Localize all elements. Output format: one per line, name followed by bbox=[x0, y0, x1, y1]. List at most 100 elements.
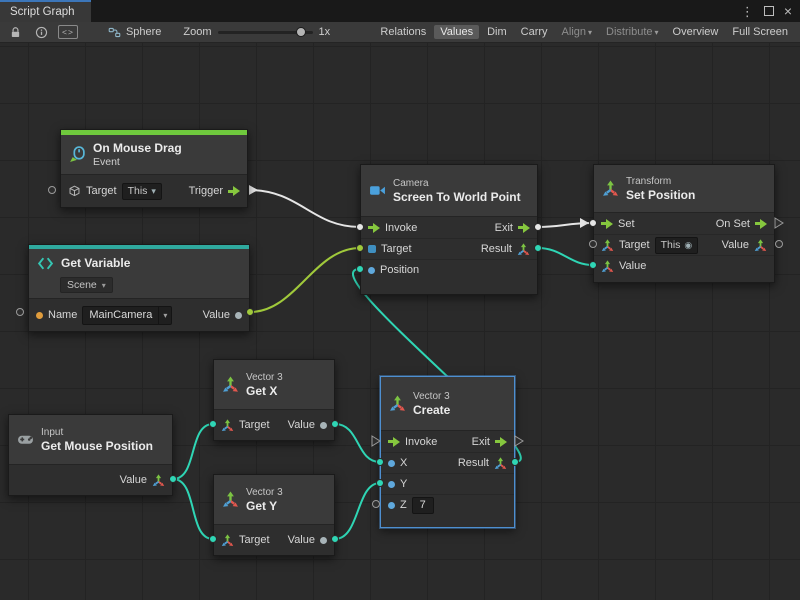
port-mousedrag-target[interactable] bbox=[49, 187, 56, 194]
port-setpos-onset[interactable] bbox=[775, 218, 783, 228]
port-getvar-name[interactable] bbox=[17, 309, 24, 316]
node-header: Input Get Mouse Position bbox=[9, 415, 172, 465]
port-label-exit: Exit bbox=[472, 436, 490, 448]
port-create-z[interactable] bbox=[373, 501, 380, 508]
zoom-slider[interactable] bbox=[218, 31, 313, 34]
graph-canvas[interactable]: On Mouse Drag Event Target This ▾ bbox=[0, 43, 800, 600]
node-header: Transform Set Position bbox=[594, 165, 774, 213]
port-label-target: Target bbox=[239, 419, 270, 431]
maximize-icon[interactable] bbox=[764, 6, 774, 16]
vector3-icon bbox=[494, 457, 507, 470]
port-label-name: Name bbox=[48, 309, 77, 321]
wire-getx-to-x[interactable] bbox=[335, 424, 380, 462]
transform-icon bbox=[602, 180, 619, 197]
node-header: On Mouse Drag Event bbox=[61, 135, 247, 175]
node-set-position[interactable]: Transform Set Position Set On Set Target… bbox=[593, 164, 775, 283]
port-label-set: Set bbox=[618, 218, 635, 230]
node-category: Camera bbox=[393, 178, 521, 189]
wire-arrowhead bbox=[249, 185, 258, 195]
tab-bar: Script Graph ⋮ × bbox=[0, 0, 800, 22]
info-icon[interactable] bbox=[32, 24, 50, 40]
node-header: Vector 3 Create bbox=[381, 377, 514, 431]
relations-button[interactable]: Relations bbox=[374, 25, 432, 39]
variable-icon bbox=[37, 255, 54, 272]
port-label-target: Target bbox=[239, 534, 270, 546]
node-header: Get Variable bbox=[29, 249, 249, 277]
variable-name-dropdown[interactable]: MainCamera ▾ bbox=[82, 306, 172, 325]
vector3-icon bbox=[754, 239, 767, 252]
node-title: Set Position bbox=[626, 188, 695, 202]
tab-spacer bbox=[91, 0, 733, 22]
vector-port-dot bbox=[368, 267, 375, 274]
node-on-mouse-drag[interactable]: On Mouse Drag Event Target This ▾ bbox=[60, 129, 248, 208]
port-setpos-value-out[interactable] bbox=[776, 241, 783, 248]
carry-button[interactable]: Carry bbox=[515, 25, 554, 39]
node-category: Input bbox=[41, 427, 153, 438]
node-category: Vector 3 bbox=[246, 487, 283, 498]
variable-kind-dropdown[interactable]: Scene ▾ bbox=[60, 277, 113, 293]
port-label-invoke: Invoke bbox=[405, 436, 437, 448]
chevron-down-icon: ▾ bbox=[158, 307, 171, 324]
wire-mouse-to-getx[interactable] bbox=[173, 424, 213, 479]
wire-trigger-to-invoke[interactable] bbox=[249, 190, 360, 227]
lock-icon[interactable] bbox=[6, 24, 24, 40]
code-icon[interactable]: <> bbox=[58, 25, 78, 39]
node-get-variable[interactable]: Get Variable Scene ▾ Name MainCamera ▾ bbox=[28, 244, 250, 332]
wire-result-to-value[interactable] bbox=[538, 248, 593, 265]
port-label-value: Value bbox=[120, 474, 147, 486]
overview-button[interactable]: Overview bbox=[667, 25, 725, 39]
flow-arrow-icon bbox=[388, 437, 400, 447]
vector3-icon bbox=[221, 534, 234, 547]
port-create-exit[interactable] bbox=[515, 436, 523, 446]
port-create-invoke[interactable] bbox=[372, 436, 380, 446]
cube-icon bbox=[68, 185, 81, 198]
node-category: Transform bbox=[626, 176, 695, 187]
port-label-result: Result bbox=[458, 457, 489, 469]
graph-asset-icon bbox=[108, 26, 121, 39]
wire-exit-to-set[interactable] bbox=[538, 223, 593, 227]
tab-label: Script Graph bbox=[10, 6, 75, 18]
node-title: Create bbox=[413, 403, 450, 417]
zoom-label: Zoom bbox=[183, 26, 211, 38]
vector3-icon bbox=[221, 419, 234, 432]
flow-arrow-icon bbox=[518, 223, 530, 233]
value-port-dot bbox=[235, 312, 242, 319]
distribute-button[interactable]: Distribute▾ bbox=[600, 25, 664, 39]
wire-mouse-to-gety[interactable] bbox=[173, 479, 213, 539]
port-label-z: Z bbox=[400, 499, 407, 511]
node-category: Vector 3 bbox=[246, 372, 283, 383]
toolbar-buttons: Relations Values Dim Carry Align▾ Distri… bbox=[374, 25, 794, 39]
values-button[interactable]: Values bbox=[434, 25, 479, 39]
vector3-icon bbox=[389, 395, 406, 412]
node-screen-to-world-point[interactable]: Camera Screen To World Point Invoke Exit… bbox=[360, 164, 538, 295]
dim-button[interactable]: Dim bbox=[481, 25, 513, 39]
node-get-mouse-position[interactable]: Input Get Mouse Position Value bbox=[8, 414, 173, 496]
vector3-icon bbox=[152, 474, 165, 487]
camera-icon bbox=[369, 182, 386, 199]
node-header: Camera Screen To World Point bbox=[361, 165, 537, 217]
node-get-x[interactable]: Vector 3 Get X Target Value bbox=[213, 359, 335, 441]
node-title: Get Mouse Position bbox=[41, 439, 153, 453]
flow-arrow-icon bbox=[228, 186, 240, 196]
node-title: Get Y bbox=[246, 499, 283, 513]
node-get-y[interactable]: Vector 3 Get Y Target Value bbox=[213, 474, 335, 556]
node-create-vector3[interactable]: Vector 3 Create Invoke Exit X Result bbox=[380, 376, 515, 528]
close-icon[interactable]: × bbox=[784, 4, 792, 18]
this-scope-chip[interactable]: This ◉ bbox=[655, 237, 699, 254]
fullscreen-button[interactable]: Full Screen bbox=[726, 25, 794, 39]
kebab-menu-icon[interactable]: ⋮ bbox=[741, 5, 754, 18]
zoom-value: 1x bbox=[319, 26, 331, 38]
flow-arrow-icon bbox=[601, 219, 613, 229]
zoom-slider-handle[interactable] bbox=[296, 27, 306, 37]
wire-gety-to-y[interactable] bbox=[335, 483, 380, 539]
port-label-value-out: Value bbox=[722, 239, 749, 251]
scope-target-icon: ◉ bbox=[684, 240, 692, 251]
node-title: Screen To World Point bbox=[393, 190, 521, 204]
graph-asset[interactable]: Sphere bbox=[108, 26, 161, 39]
this-dropdown[interactable]: This ▾ bbox=[122, 183, 162, 200]
align-button[interactable]: Align▾ bbox=[556, 25, 598, 39]
z-value-input[interactable]: 7 bbox=[412, 497, 434, 514]
tab-script-graph[interactable]: Script Graph bbox=[0, 0, 91, 22]
wire-variable-to-target[interactable] bbox=[250, 248, 360, 312]
transform-type-icon bbox=[601, 239, 614, 252]
